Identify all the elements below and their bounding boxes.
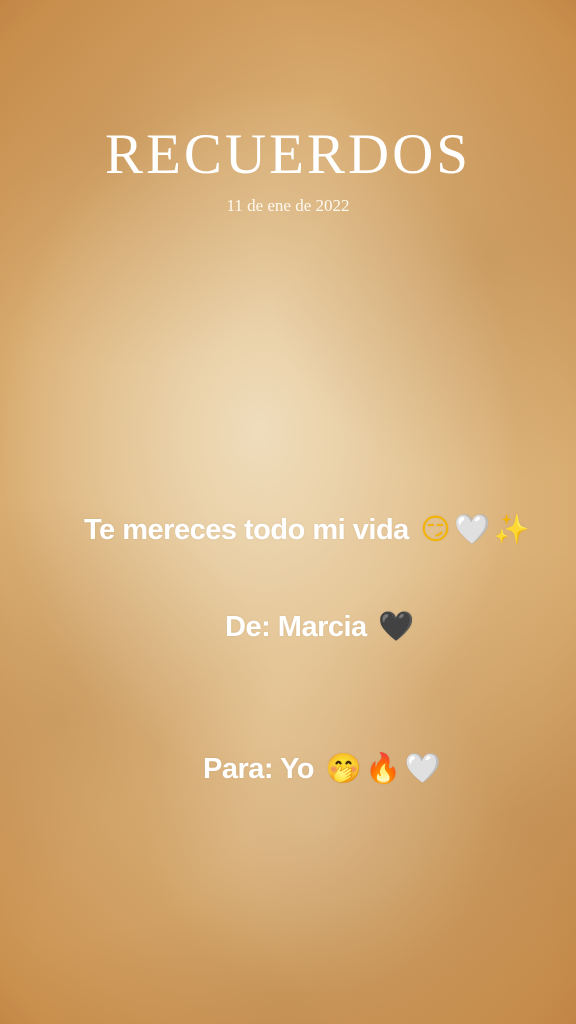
message-line-1-text: Te mereces todo mi vida: [84, 514, 409, 546]
white-heart-icon: 🤍: [404, 751, 441, 785]
date-label: 11 de ene de 2022: [226, 196, 350, 215]
page-title: RECUERDOS: [105, 123, 471, 186]
story-canvas: RECUERDOS 11 de ene de 2022 Te mereces t…: [0, 0, 576, 1024]
message-line-3: Para: Yo 🤭 🔥 🤍: [203, 751, 441, 786]
message-line-2-text: De: Marcia: [225, 611, 367, 643]
hand-over-mouth-icon: 🤭: [325, 751, 362, 785]
message-line-2: De: Marcia 🖤: [225, 609, 414, 644]
sparkles-icon: ✨: [493, 512, 530, 546]
message-line-1: Te mereces todo mi vida 😏 🤍 ✨: [84, 512, 530, 547]
black-heart-icon: 🖤: [378, 609, 414, 643]
message-line-3-text: Para: Yo: [203, 753, 314, 785]
white-heart-icon: 🤍: [454, 512, 490, 546]
fire-icon: 🔥: [365, 751, 401, 785]
smirking-face-icon: 😏: [420, 512, 451, 546]
